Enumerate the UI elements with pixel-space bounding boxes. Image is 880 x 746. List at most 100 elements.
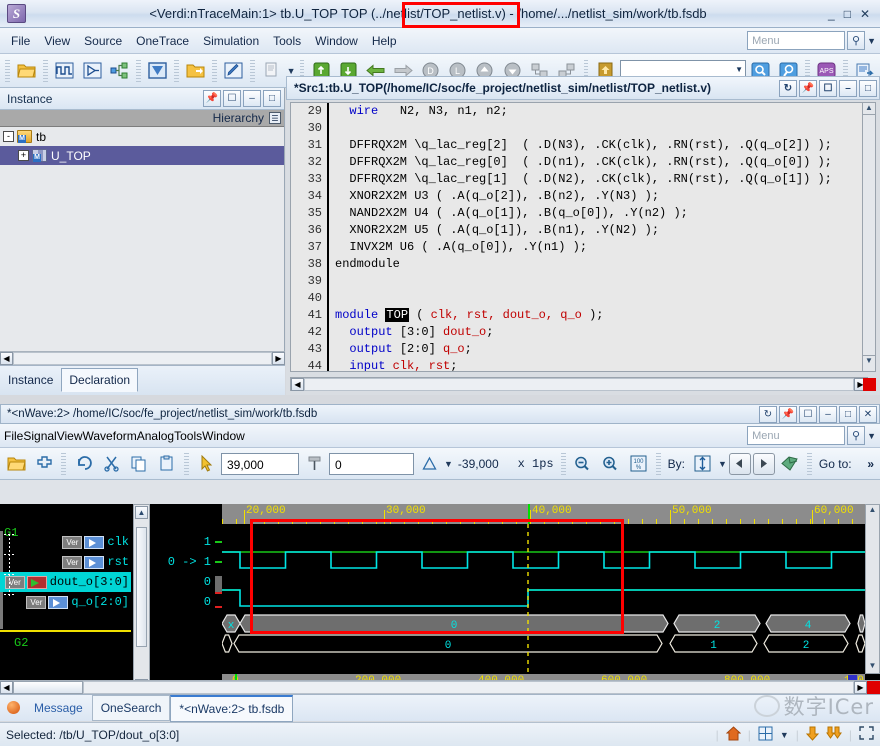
- minimize-icon[interactable]: –: [819, 406, 837, 423]
- code-line[interactable]: 32 DFFRQX2M \q_lac_reg[0] ( .D(n1), .CK(…: [291, 154, 867, 171]
- maximize-icon[interactable]: □: [859, 80, 877, 97]
- maximize-button[interactable]: □: [844, 7, 851, 21]
- chevron-down-icon[interactable]: ▼: [735, 65, 743, 74]
- wave-menu-waveform[interactable]: Waveform: [83, 429, 137, 443]
- chevron-down-icon[interactable]: ▼: [718, 459, 727, 469]
- marker-icon[interactable]: [301, 451, 327, 477]
- scroll-track[interactable]: [13, 352, 272, 365]
- menu-simulation[interactable]: Simulation: [196, 31, 266, 51]
- scroll-left-icon[interactable]: ◀: [0, 681, 13, 694]
- chevron-down-icon[interactable]: ▼: [867, 431, 876, 441]
- maximize-icon[interactable]: □: [839, 406, 857, 423]
- code-line[interactable]: 29 wire N2, N3, n1, n2;: [291, 103, 867, 120]
- waveform-canvas[interactable]: x024012: [222, 524, 865, 674]
- code-line[interactable]: 42 output [3:0] dout_o;: [291, 324, 867, 341]
- cursor-time-input[interactable]: 39,000: [221, 453, 299, 475]
- bottom-tab-message[interactable]: Message: [25, 695, 92, 721]
- signal-row[interactable]: Verclk: [0, 532, 131, 552]
- close-icon[interactable]: ✕: [859, 406, 877, 423]
- edit-icon[interactable]: [221, 58, 246, 84]
- paste-icon[interactable]: [154, 451, 180, 477]
- chevrons-right-icon[interactable]: »: [864, 457, 877, 471]
- wave-menu-tools[interactable]: Tools: [174, 429, 202, 443]
- code-line[interactable]: 38endmodule: [291, 256, 867, 273]
- scroll-right-icon[interactable]: ▶: [272, 352, 285, 365]
- chevron-down-icon[interactable]: ▼: [780, 730, 789, 740]
- pin-icon[interactable]: 📌: [203, 90, 221, 107]
- code-line[interactable]: 39: [291, 273, 867, 290]
- code-line[interactable]: 36 XNOR2X2M U5 ( .A(q_o[1]), .B(n1), .Y(…: [291, 222, 867, 239]
- open-file-icon[interactable]: [3, 451, 29, 477]
- minimize-button[interactable]: _: [828, 7, 835, 21]
- code-line[interactable]: 33 DFFRQX2M \q_lac_reg[1] ( .D(N2), .CK(…: [291, 171, 867, 188]
- scroll-left-icon[interactable]: ◀: [291, 378, 304, 391]
- tab-instance[interactable]: Instance: [0, 368, 61, 392]
- copy-icon[interactable]: [126, 451, 152, 477]
- refresh-icon[interactable]: ↻: [759, 406, 777, 423]
- hierarchy-menu-icon[interactable]: ☰: [269, 112, 281, 124]
- bottom-tab-onesearch[interactable]: OneSearch: [92, 695, 171, 721]
- marker-time-input[interactable]: 0: [329, 453, 414, 475]
- signal-vscrollbar[interactable]: ▲ ▼: [133, 504, 150, 694]
- scroll-up-icon[interactable]: ▲: [135, 506, 148, 519]
- menu-window[interactable]: Window: [308, 31, 365, 51]
- edge-icon[interactable]: [690, 451, 716, 477]
- instance-hscrollbar[interactable]: ◀ ▶: [0, 351, 285, 365]
- source-hscrollbar[interactable]: ◀ ▶: [290, 377, 868, 391]
- chevron-down-icon[interactable]: ▼: [287, 66, 296, 76]
- signal-row[interactable]: Verq_o[2:0]: [0, 592, 131, 612]
- open-folder-icon[interactable]: [183, 58, 208, 84]
- download-icon[interactable]: [806, 726, 819, 744]
- undo-icon[interactable]: [70, 451, 96, 477]
- code-line[interactable]: 31 DFFRQX2M \q_lac_reg[2] ( .D(N3), .CK(…: [291, 137, 867, 154]
- code-line[interactable]: 43 output [2:0] q_o;: [291, 341, 867, 358]
- code-line[interactable]: 37 INVX2M U6 ( .A(q_o[0]), .Y(n1) );: [291, 239, 867, 256]
- menu-search-input[interactable]: Menu: [747, 31, 845, 50]
- wave-menu-signal[interactable]: Signal: [23, 429, 56, 443]
- wave-menu-file[interactable]: File: [4, 429, 23, 443]
- scroll-down-icon[interactable]: ▼: [863, 355, 875, 367]
- scroll-track[interactable]: [83, 681, 854, 694]
- menu-file[interactable]: File: [4, 31, 37, 51]
- scroll-up-icon[interactable]: ▲: [863, 103, 875, 115]
- prev-edge-icon[interactable]: [729, 453, 751, 475]
- home-icon[interactable]: [726, 726, 741, 744]
- copy-doc-icon[interactable]: [259, 58, 284, 84]
- schematic-icon[interactable]: [79, 58, 104, 84]
- search-wave-icon[interactable]: [777, 451, 803, 477]
- tree-node-u-top[interactable]: + U_TOP: [0, 146, 284, 165]
- chevron-down-icon[interactable]: ▼: [867, 36, 876, 46]
- tree-node-tb[interactable]: - tb: [0, 127, 284, 146]
- zoom-100-icon[interactable]: 100%: [626, 451, 652, 477]
- scroll-up-icon[interactable]: ▲: [866, 505, 879, 517]
- signal-name-pane[interactable]: G1 G2 VerclkVerrstVerdout_o[3:0]Verq_o[2…: [0, 504, 131, 694]
- code-line[interactable]: 41module TOP ( clk, rst, dout_o, q_o );: [291, 307, 867, 324]
- waveform-vscrollbar[interactable]: ▲ ▼: [865, 504, 880, 674]
- scroll-down-icon[interactable]: ▼: [866, 661, 879, 673]
- pin-icon[interactable]: 📌: [779, 406, 797, 423]
- cut-icon[interactable]: [98, 451, 124, 477]
- maximize-icon[interactable]: □: [263, 90, 281, 107]
- signal-row[interactable]: Verdout_o[3:0]: [0, 572, 131, 592]
- reload-signal-icon[interactable]: [31, 451, 57, 477]
- delta-icon[interactable]: [416, 451, 442, 477]
- tab-declaration[interactable]: Declaration: [61, 368, 138, 392]
- signal-row[interactable]: Verrst: [0, 552, 131, 572]
- minimize-icon[interactable]: –: [243, 90, 261, 107]
- code-line[interactable]: 30: [291, 120, 867, 137]
- menu-onetrace[interactable]: OneTrace: [129, 31, 196, 51]
- tree-expander-expand[interactable]: +: [18, 150, 29, 161]
- open-file-icon[interactable]: [14, 58, 39, 84]
- source-vscrollbar[interactable]: ▲ ▼: [862, 102, 876, 372]
- undock-icon[interactable]: ☐: [819, 80, 837, 97]
- waveform-icon[interactable]: [52, 58, 77, 84]
- time-ruler-top[interactable]: 20,00030,00040,00050,00060,000: [222, 504, 865, 524]
- undock-icon[interactable]: ☐: [223, 90, 241, 107]
- code-line[interactable]: 44 input clk, rst;: [291, 358, 867, 372]
- code-line[interactable]: 34 XNOR2X2M U3 ( .A(q_o[2]), .B(n2), .Y(…: [291, 188, 867, 205]
- bottom-tab-nwave[interactable]: *<nWave:2> tb.fsdb: [170, 695, 293, 722]
- wave-menu-analog[interactable]: Analog: [137, 429, 174, 443]
- close-button[interactable]: ✕: [860, 7, 870, 21]
- next-edge-icon[interactable]: [753, 453, 775, 475]
- code-line[interactable]: 35 NAND2X2M U4 ( .A(q_o[1]), .B(q_o[0]),…: [291, 205, 867, 222]
